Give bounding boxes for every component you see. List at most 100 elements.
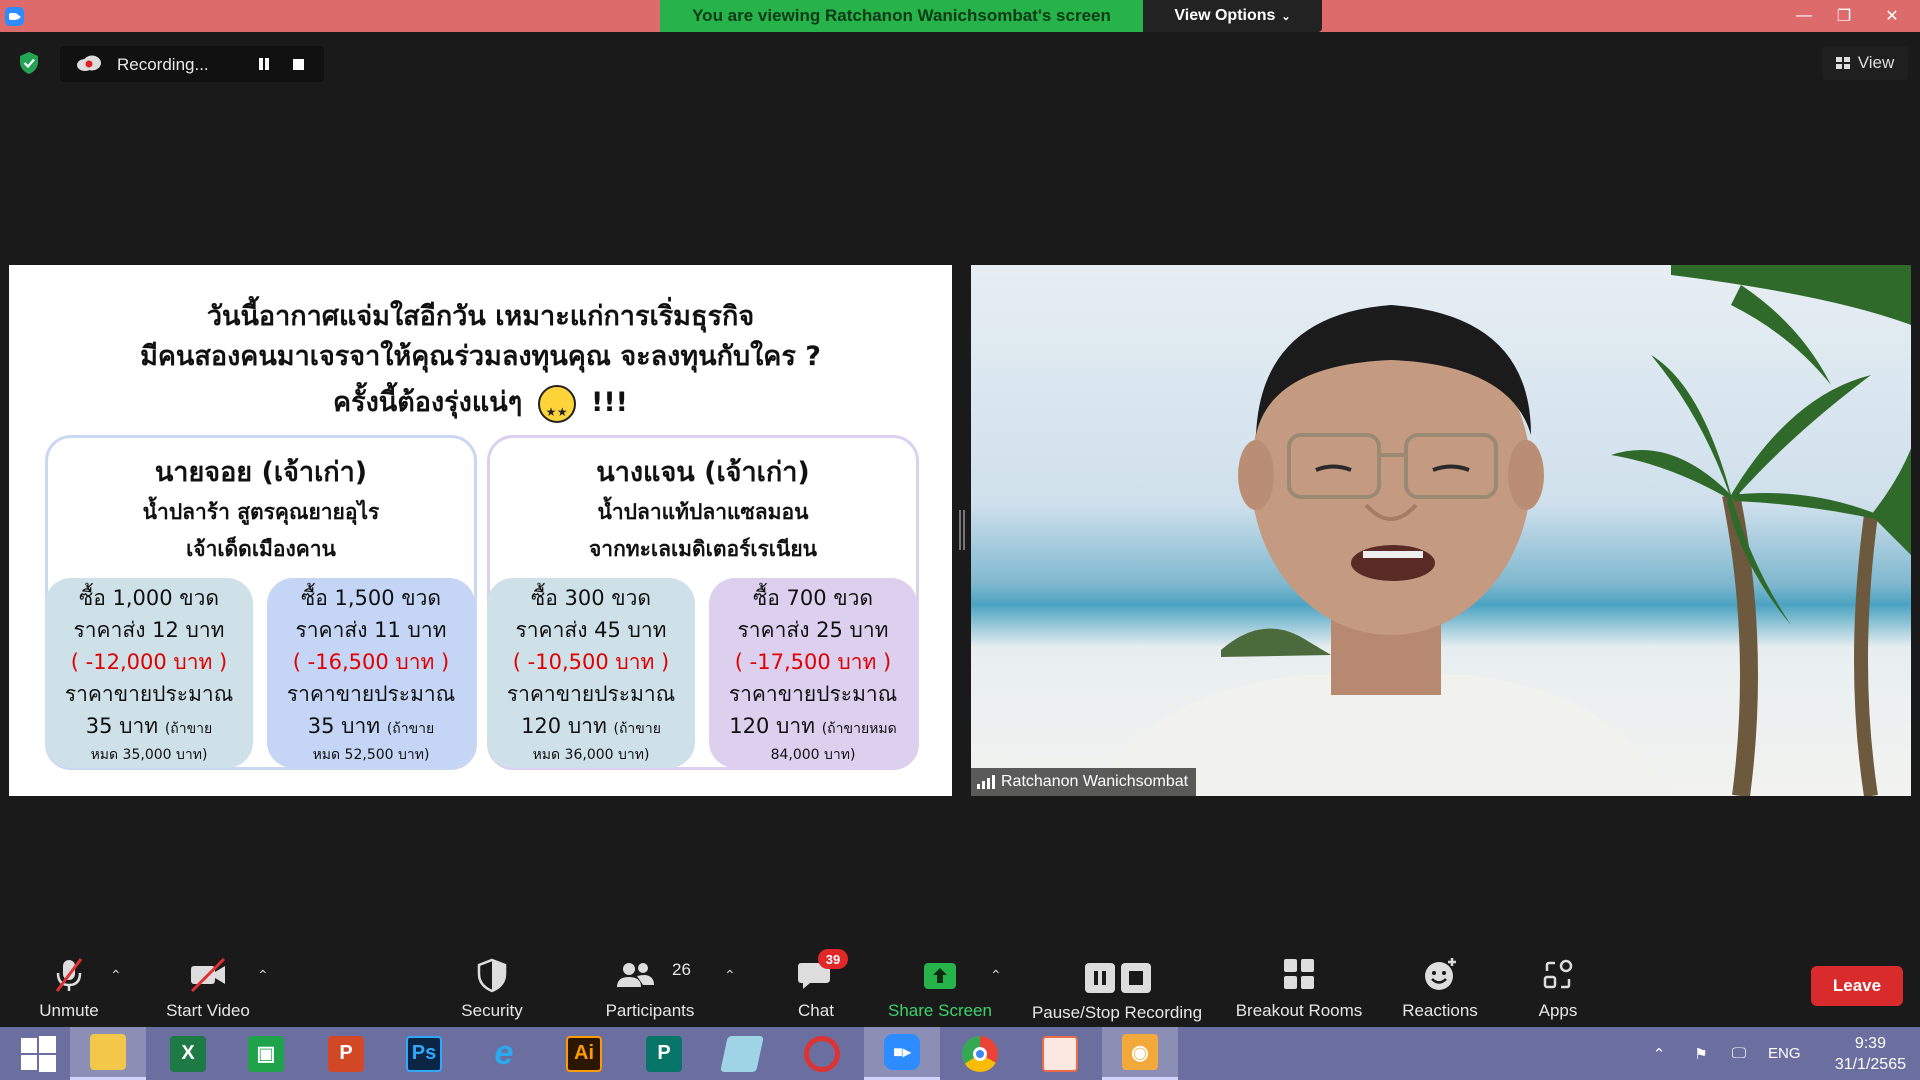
taskbar-zoom[interactable]: ■▸: [864, 1027, 940, 1080]
slide-title-exclaim: !!!: [591, 387, 628, 418]
chrome-center-icon: [973, 1046, 987, 1061]
zoom-app-icon: ■▸: [884, 1034, 920, 1070]
input-language[interactable]: ENG: [1768, 1045, 1801, 1062]
restore-button[interactable]: ❐: [1824, 0, 1864, 32]
taskbar-file-explorer[interactable]: [70, 1027, 146, 1080]
windows-taskbar: X ▣ P Ps e Ai P ■▸ ◉ ⌃ ⚑ 🖵 ENG 9:39 31/1…: [0, 1027, 1920, 1080]
participants-button[interactable]: 26 Participants: [598, 945, 702, 1027]
vendor-description-line: เจ้าเด็ดเมืองคาน: [186, 537, 336, 561]
deal-retail-label: ราคาขายประมาณ: [64, 682, 234, 706]
apps-icon: [1543, 959, 1573, 989]
share-options-caret-icon[interactable]: ⌃: [990, 967, 1002, 984]
stop-recording-icon[interactable]: [293, 59, 304, 70]
deal-quantity: ซื้อ 300 ขวด: [530, 586, 652, 610]
deal-wholesale-price: ราคาส่ง 25 บาท: [737, 618, 889, 642]
audio-options-caret-icon[interactable]: ⌃: [110, 967, 122, 984]
close-button[interactable]: ✕: [1864, 0, 1920, 32]
unmute-button[interactable]: Unmute: [28, 945, 110, 1027]
vendor-description: น้ำปลาร้า สูตรคุณยายอุไร เจ้าเด็ดเมืองคา…: [48, 494, 474, 568]
taskbar-publisher[interactable]: P: [626, 1027, 702, 1080]
security-shield-icon[interactable]: [18, 51, 40, 75]
participant-video-tile: Ratchanon Wanichsombat: [971, 265, 1911, 796]
deal-retail-label: ราคาขายประมาณ: [728, 682, 898, 706]
signal-strength-icon: [977, 775, 995, 789]
notepad-icon: [720, 1035, 764, 1072]
taskbar-powerpoint[interactable]: P: [308, 1027, 384, 1080]
breakout-rooms-label: Breakout Rooms: [1235, 1001, 1363, 1020]
participants-options-caret-icon[interactable]: ⌃: [724, 967, 736, 984]
taskbar-clock[interactable]: 9:39 31/1/2565: [1835, 1033, 1906, 1075]
deal-revenue: 84,000 บาท): [770, 747, 856, 763]
reactions-label: Reactions: [1402, 1001, 1478, 1020]
participant-name: Ratchanon Wanichsombat: [1001, 773, 1189, 790]
show-hidden-icons-icon[interactable]: ⌃: [1644, 1045, 1674, 1063]
pause-recording-icon[interactable]: [256, 56, 272, 72]
deal-retail-price-row: 120 บาท (ถ้าขายหมด: [709, 710, 917, 745]
taskbar-excel[interactable]: X: [150, 1027, 226, 1080]
vendor-description-line: น้ำปลาร้า สูตรคุณยายอุไร: [142, 500, 380, 524]
taskbar-chrome[interactable]: [942, 1027, 1018, 1080]
illustrator-icon: Ai: [566, 1035, 602, 1072]
taskbar-hoto-cape[interactable]: [784, 1027, 860, 1080]
action-center-flag-icon[interactable]: ⚑: [1682, 1045, 1720, 1063]
muted-microphone-icon: [55, 958, 83, 992]
photos-icon: [1042, 1035, 1078, 1072]
pause-stop-icon: [1085, 963, 1151, 993]
view-options-button[interactable]: View Options ⌄: [1143, 0, 1322, 32]
meeting-toolbar: Unmute ⌃ Start Video ⌃ Security 26 Parti…: [0, 945, 1920, 1027]
security-label: Security: [461, 1001, 523, 1020]
panel-splitter-handle[interactable]: [959, 510, 965, 550]
recording-label: Recording...: [117, 55, 209, 74]
taskbar-publisher-green[interactable]: ▣: [228, 1027, 304, 1080]
leave-meeting-button[interactable]: Leave: [1811, 966, 1903, 1006]
share-screen-icon: [924, 963, 956, 989]
breakout-rooms-button[interactable]: Breakout Rooms: [1228, 945, 1370, 1027]
deal-note: (ถ้าขาย: [164, 721, 213, 737]
vendor-name: นายจอย (เจ้าเก่า): [154, 457, 368, 488]
network-icon[interactable]: 🖵: [1720, 1045, 1758, 1062]
taskbar-illustrator[interactable]: Ai: [546, 1027, 622, 1080]
reactions-smiley-icon: [1425, 958, 1456, 990]
option-panel-right: นางแจน (เจ้าเก่า) น้ำปลาแท้ปลาแซลมอน จาก…: [487, 435, 919, 770]
deal-cost: ( -10,500 บาท ): [512, 650, 670, 674]
clock-date: 31/1/2565: [1834, 1056, 1906, 1073]
deal-cost: ( -17,500 บาท ): [734, 650, 892, 674]
powerpoint-icon: P: [328, 1035, 364, 1072]
view-layout-button[interactable]: View: [1822, 46, 1908, 80]
apps-button[interactable]: Apps: [1530, 945, 1586, 1027]
deal-cost: ( -16,500 บาท ): [292, 650, 450, 674]
taskbar-photos[interactable]: [1022, 1027, 1098, 1080]
security-button[interactable]: Security: [454, 945, 530, 1027]
windows-start-button[interactable]: [0, 1027, 76, 1080]
deal-box: ซื้อ 1,000 ขวด ราคาส่ง 12 บาท ( -12,000 …: [45, 578, 253, 768]
slide-title: วันนี้อากาศแจ่มใสอีกวัน เหมาะแก่การเริ่ม…: [9, 297, 952, 432]
deal-retail-price-row: 120 บาท (ถ้าขาย: [487, 710, 695, 745]
deal-wholesale-price: ราคาส่ง 45 บาท: [515, 618, 667, 642]
share-screen-button[interactable]: Share Screen: [884, 945, 996, 1027]
start-video-button[interactable]: Start Video: [160, 945, 256, 1027]
participants-label: Participants: [605, 1001, 695, 1020]
deal-revenue: หมด 36,000 บาท): [532, 747, 650, 763]
chat-button[interactable]: 39 Chat: [786, 945, 848, 1027]
chat-label: Chat: [798, 1001, 834, 1020]
deal-revenue: หมด 35,000 บาท): [90, 747, 208, 763]
taskbar-notepad[interactable]: [704, 1027, 780, 1080]
pause-stop-recording-label: Pause/Stop Recording: [1031, 1003, 1203, 1022]
title-bar: You are viewing Ratchanon Wanichsombat's…: [0, 0, 1920, 32]
taskbar-internet-explorer[interactable]: e: [466, 1027, 542, 1080]
deal-note: (ถ้าขาย: [613, 721, 661, 737]
pause-stop-recording-button[interactable]: Pause/Stop Recording: [1024, 945, 1210, 1027]
minimize-button[interactable]: —: [1784, 0, 1824, 32]
vendor-description-line: น้ำปลาแท้ปลาแซลมอน: [597, 500, 809, 524]
taskbar-camera[interactable]: ◉: [1102, 1027, 1178, 1080]
camera-app-icon: ◉: [1122, 1034, 1158, 1070]
video-options-caret-icon[interactable]: ⌃: [257, 967, 269, 984]
slide-title-line-2: มีคนสองคนมาเจรจาให้คุณร่วมลงทุนคุณ จะลงท…: [140, 341, 821, 372]
folder-icon: [90, 1034, 126, 1070]
deal-retail-price: 35 บาท: [85, 714, 159, 738]
reactions-button[interactable]: Reactions: [1394, 945, 1486, 1027]
view-options-label: View Options: [1174, 7, 1276, 24]
deal-retail-price: 120 บาท: [521, 714, 607, 738]
taskbar-photoshop[interactable]: Ps: [386, 1027, 462, 1080]
vendor-name: นางแจน (เจ้าเก่า): [596, 457, 810, 488]
